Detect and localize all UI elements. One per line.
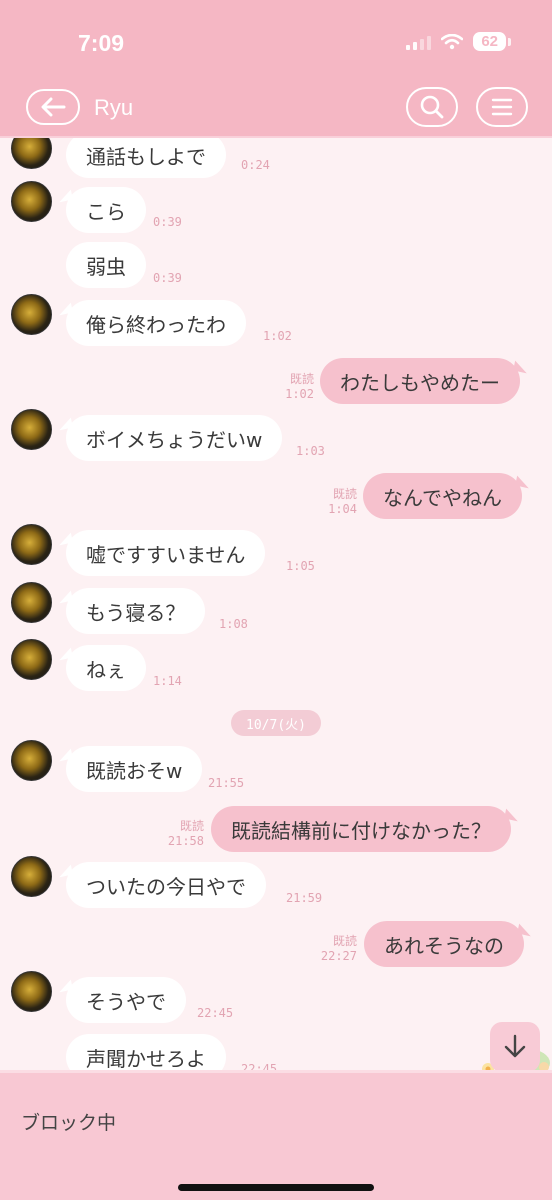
message-time: 21:59 [286,891,323,905]
message-bubble[interactable]: ついたの今日やで [66,862,266,908]
avatar[interactable] [11,639,52,680]
arrow-down-icon [504,1034,526,1058]
date-separator: 10/7(火) [231,710,321,736]
avatar[interactable] [11,582,52,623]
battery-icon: 62 [473,32,511,51]
wifi-icon [441,33,464,49]
back-button[interactable] [26,89,80,125]
scroll-to-bottom-button[interactable] [490,1022,540,1070]
read-receipt: 既読 1:04 [313,487,357,517]
avatar[interactable] [11,971,52,1012]
avatar[interactable] [11,409,52,450]
read-label: 既読 [179,819,204,833]
bottom-bar: ブロック中 [0,1070,552,1200]
read-receipt: 既読 1:02 [270,372,314,402]
avatar[interactable] [11,181,52,222]
message-time: 0:24 [241,158,270,172]
read-receipt: 既読 21:58 [160,819,204,849]
back-arrow-icon [41,97,66,117]
message-bubble[interactable]: わたしもやめたー [320,358,520,404]
message-time: 1:02 [263,329,292,343]
message-time: 1:02 [285,387,314,401]
message-bubble[interactable]: なんでやねん [363,473,522,519]
search-icon [420,95,444,119]
menu-button[interactable] [476,87,528,127]
avatar[interactable] [11,740,52,781]
message-bubble[interactable]: もう寝る？ [66,588,206,634]
message-time: 22:45 [241,1062,278,1070]
message-bubble[interactable]: ボイメちょうだいw [66,415,283,461]
header-bar: 7:09 62 Ryu [0,0,552,138]
avatar[interactable] [11,524,52,565]
message-time: 1:08 [219,617,248,631]
message-time: 1:03 [296,444,325,458]
read-label: 既読 [332,487,357,501]
home-indicator [178,1184,374,1191]
blocked-status-text: ブロック中 [21,1112,117,1134]
message-time: 1:04 [328,502,357,516]
message-time: 21:55 [208,776,245,790]
hamburger-menu-icon [491,98,513,116]
message-bubble[interactable]: あれそうなの [364,921,524,967]
message-bubble[interactable]: 通話もしよで [66,138,226,178]
message-bubble[interactable]: 嘘ですすいません [66,530,266,576]
avatar[interactable] [11,856,52,897]
message-bubble[interactable]: そうやで [66,977,186,1023]
message-bubble[interactable]: ねぇ [66,645,146,691]
message-bubble[interactable]: 既読結構前に付けなかった？ [211,806,511,852]
message-time: 0:39 [153,215,182,229]
avatar[interactable] [11,294,52,335]
message-bubble[interactable]: 声聞かせろよ [66,1034,226,1070]
read-label: 既読 [332,934,357,948]
message-time: 21:58 [167,834,204,848]
cellular-signal-icon [406,34,432,50]
message-bubble[interactable]: こら [66,187,146,233]
message-bubble[interactable]: 弱虫 [66,242,146,288]
message-time: 1:14 [153,674,182,688]
message-bubble[interactable]: 既読おそw [66,746,203,792]
message-time: 22:27 [320,949,357,963]
read-label: 既読 [289,372,314,386]
search-button[interactable] [406,87,458,127]
message-time: 1:05 [286,559,315,573]
chat-area[interactable]: 通話もしよで 0:24 こら 0:39 弱虫 0:39 俺ら終わったわ 1:02… [0,138,552,1070]
message-time: 22:45 [197,1006,234,1020]
chat-title: Ryu [94,95,134,120]
status-icons: 62 [406,32,511,51]
message-time: 0:39 [153,271,182,285]
read-receipt: 既読 22:27 [313,934,357,964]
message-bubble[interactable]: 俺ら終わったわ [66,300,246,346]
avatar[interactable] [11,138,52,169]
status-time: 7:09 [78,30,125,56]
